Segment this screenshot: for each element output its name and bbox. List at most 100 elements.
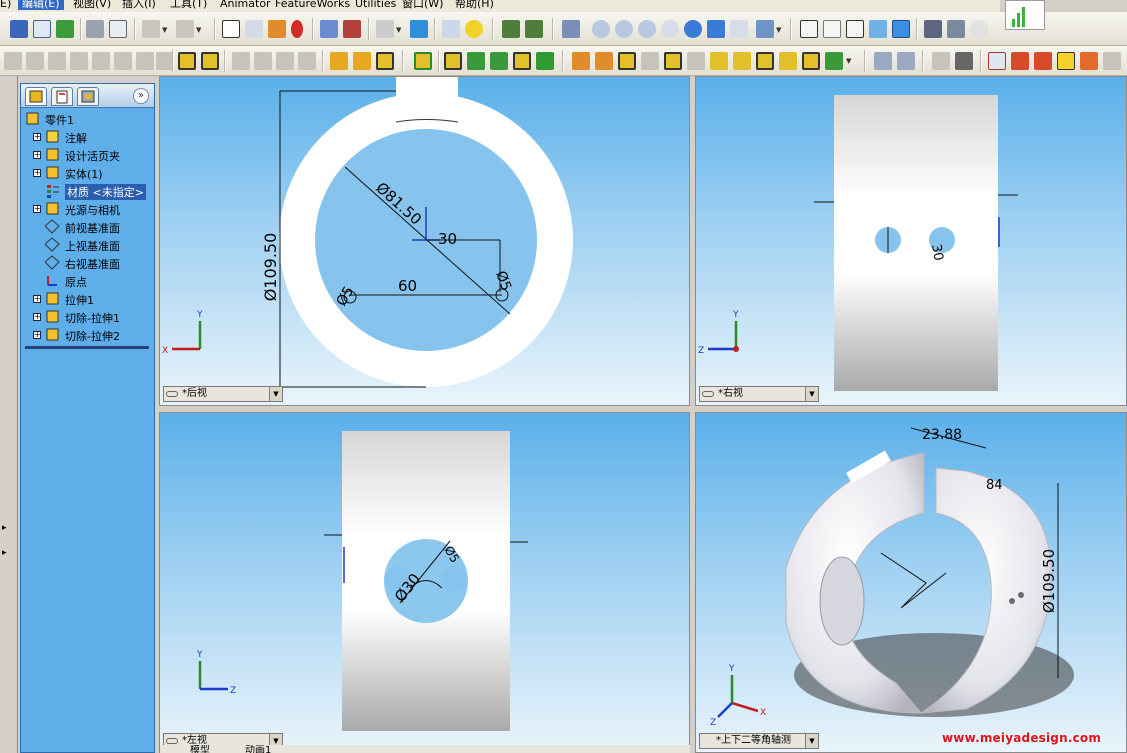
rollback-bar[interactable] <box>25 346 149 349</box>
move-body-icon[interactable] <box>779 52 797 70</box>
view-name-back[interactable]: *后视 ▼ <box>163 386 283 402</box>
dim-partial[interactable]: 84 <box>986 478 1003 493</box>
shaded-icon[interactable] <box>892 20 910 38</box>
menu-window[interactable]: 窗口(W) <box>402 0 443 10</box>
dim-outer-diameter[interactable]: Ø109.50 <box>261 233 280 302</box>
link-views-icon[interactable] <box>166 391 178 397</box>
check-icon[interactable] <box>897 52 915 70</box>
redo-icon[interactable] <box>176 20 194 38</box>
viewport-left[interactable]: Ø30 Ø5 Y Z *左视 ▼ <box>159 412 690 753</box>
sketch-icon[interactable] <box>268 20 286 38</box>
link-views-icon[interactable] <box>166 738 178 744</box>
menu-animator[interactable]: Animator <box>220 0 271 10</box>
tree-item[interactable]: + 光源与相机 <box>21 200 154 217</box>
reference-plane-icon[interactable] <box>595 52 613 70</box>
reference-dropdown-icon[interactable]: ▼ <box>846 57 851 65</box>
help-icon[interactable] <box>465 20 483 38</box>
dim-60[interactable]: 60 <box>398 277 417 295</box>
view-dropdown-icon[interactable]: ▼ <box>805 734 818 748</box>
expand-toggle-icon[interactable]: + <box>33 133 41 141</box>
split-line-icon[interactable] <box>1080 52 1098 70</box>
previous-view-icon[interactable] <box>562 20 580 38</box>
expand-toggle-icon[interactable]: + <box>33 151 41 159</box>
tree-item[interactable]: 上视基准面 <box>21 236 154 253</box>
menu-tools[interactable]: 工具(T) <box>170 0 207 10</box>
feature-tree-tab[interactable] <box>25 87 47 106</box>
tree-item[interactable]: + 切除-拉伸2 <box>21 326 154 343</box>
tree-item[interactable]: + 注解 <box>21 128 154 145</box>
select-other-icon[interactable] <box>245 20 263 38</box>
tree-item[interactable]: 材质 <未指定> <box>21 182 154 200</box>
split-icon[interactable] <box>664 52 682 70</box>
shell-icon[interactable] <box>376 52 394 70</box>
dim-hole[interactable]: 30 <box>928 243 946 262</box>
animator-icon[interactable] <box>502 20 520 38</box>
cut-extrude-icon[interactable] <box>201 52 219 70</box>
flag-alt-icon[interactable] <box>1034 52 1052 70</box>
view-orientation-icon[interactable] <box>756 20 774 38</box>
menu-insert[interactable]: 插入(I) <box>122 0 156 10</box>
menu-help[interactable]: 帮助(H) <box>455 0 494 10</box>
expand-toggle-icon[interactable]: + <box>33 331 41 339</box>
tree-item[interactable]: 右视基准面 <box>21 254 154 271</box>
menu-view[interactable]: 视图(V) <box>73 0 111 10</box>
pattern-icon[interactable] <box>733 52 751 70</box>
tree-item[interactable]: + 设计活页夹 <box>21 146 154 163</box>
realview-icon[interactable] <box>970 20 988 38</box>
expand-panel-button[interactable]: » <box>133 88 149 104</box>
view-dropdown-icon[interactable]: ▼ <box>805 387 818 401</box>
sum-icon[interactable] <box>376 20 394 38</box>
rib-icon[interactable] <box>414 52 432 70</box>
expand-toggle-icon[interactable]: + <box>33 295 41 303</box>
rotate-icon[interactable] <box>684 20 702 38</box>
helix-icon[interactable] <box>536 52 554 70</box>
link-views-icon[interactable] <box>702 391 714 397</box>
tree-item[interactable]: + 切除-拉伸1 <box>21 308 154 325</box>
print-icon[interactable] <box>86 20 104 38</box>
pan-icon[interactable] <box>707 20 725 38</box>
tree-item[interactable]: 前视基准面 <box>21 218 154 235</box>
property-manager-tab[interactable] <box>51 87 73 106</box>
sum-dropdown-icon[interactable]: ▼ <box>396 26 401 34</box>
zoom-fit-icon[interactable] <box>592 20 610 38</box>
tab-animation[interactable]: 动画1 <box>245 745 271 753</box>
shaded-edges-icon[interactable] <box>869 20 887 38</box>
dim-30[interactable]: 30 <box>438 230 457 248</box>
undo-icon[interactable] <box>142 20 160 38</box>
mirror-icon[interactable] <box>710 52 728 70</box>
redo-dropdown-icon[interactable]: ▼ <box>196 26 201 34</box>
roll-icon[interactable] <box>730 20 748 38</box>
reference-point-icon[interactable] <box>825 52 843 70</box>
draft-icon[interactable] <box>444 52 462 70</box>
traffic-light-icon[interactable] <box>291 20 303 38</box>
table-icon[interactable] <box>988 52 1006 70</box>
menu-edit[interactable]: 编辑(E) <box>18 0 64 10</box>
photo-icon[interactable] <box>410 20 428 38</box>
shadow-icon[interactable] <box>924 20 942 38</box>
measure-icon[interactable] <box>874 52 892 70</box>
menu-file-partial[interactable]: E) <box>0 0 11 10</box>
dock-arrow-icon[interactable]: ▸ <box>2 548 7 558</box>
flag-icon[interactable] <box>1011 52 1029 70</box>
expand-toggle-icon[interactable]: + <box>33 205 41 213</box>
menu-featureworks[interactable]: FeatureWorks <box>275 0 350 10</box>
dim-iso-diameter[interactable]: Ø109.50 <box>1040 549 1058 613</box>
dock-arrow-icon[interactable]: ▸ <box>2 523 7 533</box>
rebuild-icon[interactable] <box>56 20 74 38</box>
hidden-lines-visible-icon[interactable] <box>823 20 841 38</box>
undo-dropdown-icon[interactable]: ▼ <box>162 26 167 34</box>
zoom-in-out-icon[interactable] <box>638 20 656 38</box>
document-icon[interactable] <box>33 20 51 38</box>
tree-item[interactable]: 原点 <box>21 272 154 289</box>
chamfer-icon[interactable] <box>353 52 371 70</box>
tree-item[interactable]: + 实体(1) <box>21 164 154 181</box>
view-name-right[interactable]: *右视 ▼ <box>699 386 819 402</box>
combine-icon[interactable] <box>802 52 820 70</box>
extrude-icon[interactable] <box>178 52 196 70</box>
viewport-right[interactable]: 30 Y Z *右视 ▼ <box>695 76 1127 406</box>
fillet-icon[interactable] <box>330 52 348 70</box>
checkbox-icon[interactable] <box>1057 52 1075 70</box>
configuration-manager-tab[interactable] <box>77 87 99 106</box>
scale-icon[interactable] <box>756 52 774 70</box>
viewport-isometric[interactable]: 23.88 84 Ø109.50 Y X Z *上下二等角轴测 ▼ <box>695 412 1127 753</box>
